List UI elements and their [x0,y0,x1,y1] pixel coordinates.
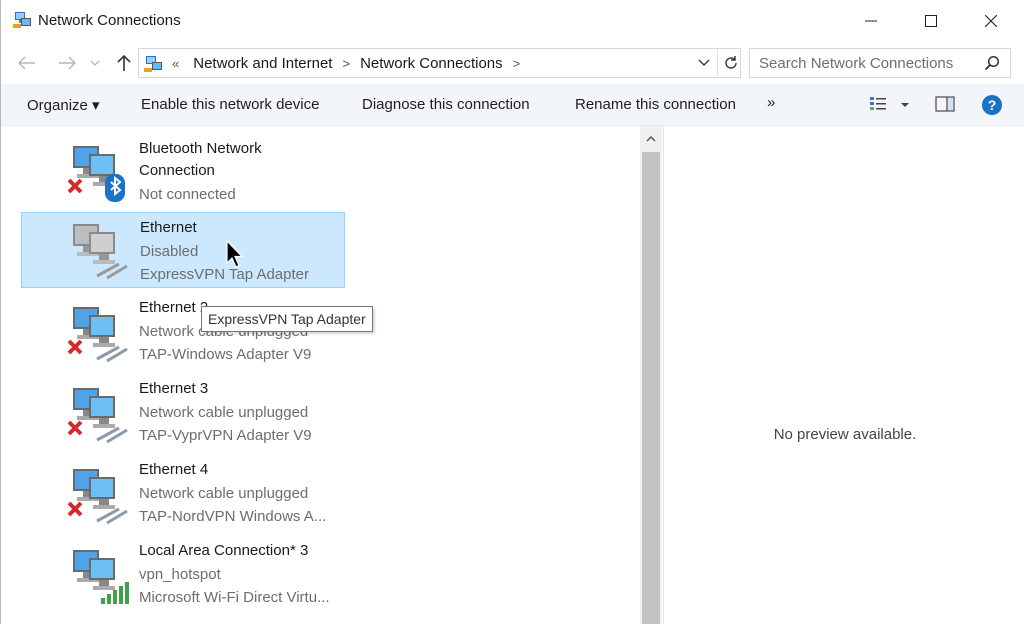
maximize-button[interactable] [901,0,961,42]
address-divider [717,49,718,77]
help-button[interactable]: ? [982,95,1002,115]
chevron-up-icon [646,135,656,142]
chevron-down-icon [90,60,100,66]
title-bar: Network Connections [1,0,1024,42]
diagnose-connection-button[interactable]: Diagnose this connection [362,96,530,113]
recent-locations-button[interactable] [85,52,105,74]
rename-connection-button[interactable]: Rename this connection [575,96,736,113]
arrow-left-icon [18,56,35,70]
connection-status: Not connected [139,186,236,203]
bluetooth-network-icon [67,146,125,202]
breadcrumb-separator[interactable]: > [342,56,350,71]
network-connections-icon [144,56,162,72]
navigation-bar: « Network and Internet > Network Connect… [1,42,1024,84]
connection-status: vpn_hotspot [139,566,221,583]
ethernet-unplugged-icon [67,469,128,525]
connection-status: Network cable unplugged [139,404,309,421]
preview-pane-icon[interactable] [935,96,955,112]
connection-adapter: ExpressVPN Tap Adapter [140,266,309,283]
breadcrumb-separator[interactable]: > [513,56,521,71]
maximize-icon [925,15,937,27]
connection-adapter: Microsoft Wi-Fi Direct Virtu... [139,589,330,606]
connection-name: Ethernet 3 [139,380,209,397]
forward-button[interactable] [54,52,80,74]
connection-adapter: TAP-VyprVPN Adapter V9 [139,427,312,444]
network-connections-window: Network Connections « Network and Intern… [0,0,1024,624]
ethernet-unplugged-icon [67,307,128,363]
preview-pane: No preview available. [663,126,1024,624]
close-button[interactable] [961,0,1021,42]
wifi-direct-icon [73,550,129,604]
breadcrumb-network-and-internet[interactable]: Network and Internet [193,55,332,72]
chevron-down-icon[interactable] [697,57,711,69]
change-view-button[interactable] [868,95,912,115]
connection-status: Network cable unplugged [139,485,309,502]
back-button[interactable] [14,52,40,74]
list-item[interactable]: Ethernet 4 Network cable unplugged TAP-N… [21,455,345,531]
connection-name: Ethernet 2 [139,299,209,316]
connection-adapter: TAP-NordVPN Windows A... [139,508,327,525]
search-input[interactable]: Search Network Connections [759,55,953,72]
search-icon[interactable] [984,55,1000,71]
adapter-tooltip: ExpressVPN Tap Adapter [201,306,373,332]
search-box[interactable]: Search Network Connections [749,48,1011,78]
view-details-icon [870,97,909,110]
breadcrumb-overflow[interactable]: « [172,56,179,71]
refresh-icon[interactable] [723,55,739,71]
connection-name: Bluetooth Network [139,140,262,157]
ethernet-disabled-icon [73,224,128,280]
connection-name-cont: Connection [139,162,215,179]
list-item[interactable]: Local Area Connection* 3 vpn_hotspot Mic… [21,536,345,612]
up-button[interactable] [111,52,137,74]
content-area: Bluetooth Network Connection Not connect… [1,126,1024,624]
minimize-button[interactable] [841,0,901,42]
window-title: Network Connections [38,12,181,29]
connection-status: Disabled [140,243,199,260]
connection-name: Ethernet 4 [139,461,209,478]
scroll-up-button[interactable] [640,126,662,152]
mouse-cursor-icon [226,240,244,268]
connection-name: Ethernet [140,219,197,236]
list-item[interactable] [21,616,345,624]
command-bar: Organize ▾ Enable this network device Di… [1,84,1024,126]
arrow-up-icon [117,54,131,71]
vertical-scrollbar[interactable] [640,126,662,624]
connection-adapter: TAP-Windows Adapter V9 [139,346,312,363]
connections-list: Bluetooth Network Connection Not connect… [1,126,640,624]
network-connections-icon [13,12,31,28]
connection-name: Local Area Connection* 3 [139,542,309,559]
arrow-right-icon [59,56,76,70]
minimize-icon [865,20,877,22]
help-icon: ? [987,97,997,113]
ethernet-unplugged-icon [67,388,128,444]
close-icon [985,15,997,27]
list-item[interactable]: Ethernet Disabled ExpressVPN Tap Adapter [21,212,345,288]
address-bar[interactable]: « Network and Internet > Network Connect… [138,48,741,78]
organize-menu-button[interactable]: Organize ▾ [27,96,100,114]
list-item[interactable]: Ethernet 3 Network cable unplugged TAP-V… [21,374,345,450]
enable-device-button[interactable]: Enable this network device [141,96,319,113]
list-item[interactable]: Bluetooth Network Connection Not connect… [21,132,345,208]
more-commands-button[interactable]: » [767,94,775,111]
breadcrumb-network-connections[interactable]: Network Connections [360,55,503,72]
preview-message: No preview available. [773,426,917,443]
scrollbar-thumb[interactable] [642,152,660,624]
breadcrumb: « Network and Internet > Network Connect… [172,55,530,72]
